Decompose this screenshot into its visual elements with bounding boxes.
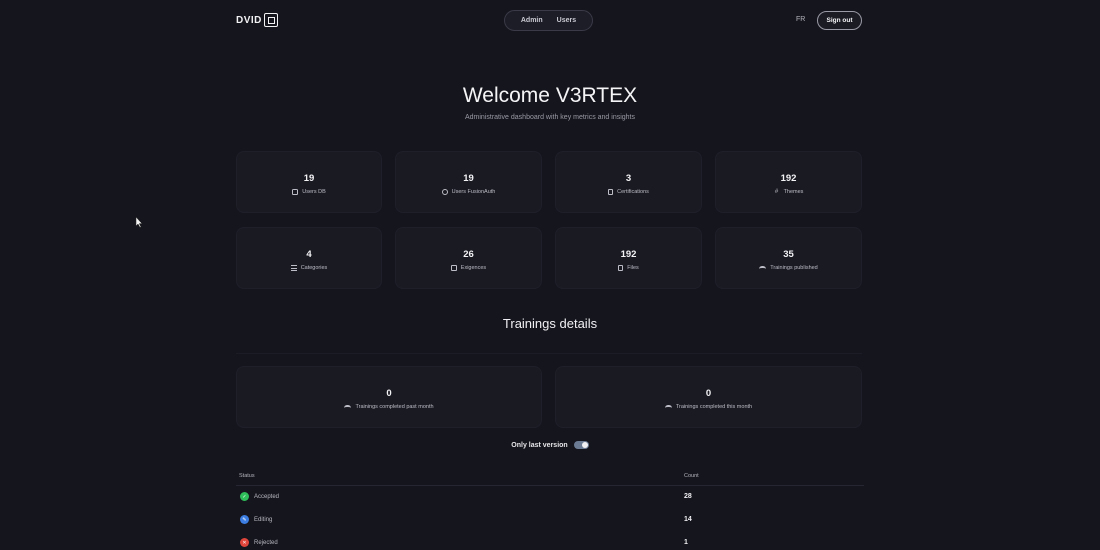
row-status: Rejected xyxy=(254,539,278,546)
stat-value: 192 xyxy=(780,173,797,184)
stat-value: 19 xyxy=(463,173,474,184)
top-bar: DVID Admin Users FR Sign out xyxy=(0,0,1100,42)
edit-icon: ✎ xyxy=(240,515,249,524)
row-status: Editing xyxy=(254,516,273,523)
check-icon: ✓ xyxy=(240,492,249,501)
stat-value: 192 xyxy=(620,249,637,260)
stat-label: Exigences xyxy=(460,265,487,271)
row-status: Accepted xyxy=(254,493,280,500)
stat-card-files: 192 Files xyxy=(555,227,702,289)
graduation-cap-icon xyxy=(664,405,672,409)
graduation-cap-icon xyxy=(344,405,352,409)
list-icon xyxy=(290,265,297,271)
stat-label: Themes xyxy=(783,189,804,195)
stat-value: 3 xyxy=(625,173,632,184)
training-value: 0 xyxy=(705,388,712,399)
stat-label: Certifications xyxy=(617,189,649,195)
row-count: 28 xyxy=(684,493,692,500)
nav-item-users[interactable]: Users xyxy=(557,17,576,24)
stat-card-certifications: 3 Certifications xyxy=(555,151,702,213)
stat-card-exigences: 26 Exigences xyxy=(395,227,542,289)
table-row: ✎ Editing 14 xyxy=(236,509,864,532)
page-title: Welcome V3RTEX xyxy=(462,84,638,107)
table-row: ✓ Accepted 28 xyxy=(236,486,864,509)
logo-text: DVID xyxy=(236,14,262,26)
table-row: ✕ Rejected 1 xyxy=(236,532,864,550)
training-value: 0 xyxy=(386,388,392,399)
stat-value: 4 xyxy=(306,249,312,260)
stat-label: Categories xyxy=(300,265,328,271)
main-nav: Admin Users xyxy=(504,10,593,31)
logo[interactable]: DVID xyxy=(236,11,278,29)
stat-value: 35 xyxy=(783,249,794,260)
stat-label: Users FusionAuth xyxy=(451,189,496,195)
x-icon: ✕ xyxy=(240,538,249,547)
stat-label: Files xyxy=(627,265,639,271)
section-title-trainings: Trainings details xyxy=(502,316,598,331)
last-version-filter: Only last version xyxy=(0,441,1100,449)
training-label: Trainings completed past month xyxy=(355,404,434,410)
row-count: 14 xyxy=(684,516,692,523)
row-count: 1 xyxy=(684,539,688,546)
nav-item-admin[interactable]: Admin xyxy=(521,17,543,24)
page-subtitle: Administrative dashboard with key metric… xyxy=(464,114,636,121)
stat-label: Users DB xyxy=(302,189,326,195)
column-header-status: Status xyxy=(239,473,255,479)
edit-icon xyxy=(450,265,457,271)
training-card-this-month: 0 Trainings completed this month xyxy=(555,366,862,428)
last-version-toggle[interactable] xyxy=(573,441,589,449)
section-divider xyxy=(236,353,862,354)
toggle-label: Only last version xyxy=(511,441,568,449)
column-header-count: Count xyxy=(684,473,699,479)
stat-card-trainings-published: 35 Trainings published xyxy=(715,227,862,289)
stat-value: 26 xyxy=(463,249,474,260)
sign-out-button[interactable]: Sign out xyxy=(817,11,862,30)
stat-card-users-fusionauth: 19 Users FusionAuth xyxy=(395,151,542,213)
file-icon xyxy=(618,265,624,271)
hash-icon: # xyxy=(774,189,779,195)
stat-card-users-db: 19 Users DB xyxy=(236,151,382,213)
stat-value: 19 xyxy=(303,173,315,184)
stat-label: Trainings published xyxy=(770,265,818,271)
chip-icon xyxy=(263,13,278,27)
table-header: Status Count xyxy=(236,470,864,486)
certificate-icon xyxy=(608,189,614,195)
training-label: Trainings completed this month xyxy=(675,404,753,410)
database-icon xyxy=(292,189,299,195)
graduation-cap-icon xyxy=(759,266,767,270)
stat-card-categories: 4 Categories xyxy=(236,227,382,289)
globe-icon xyxy=(441,189,448,195)
language-switch[interactable]: FR xyxy=(796,16,805,23)
training-card-past-month: 0 Trainings completed past month xyxy=(236,366,542,428)
stat-card-themes: 192 # Themes xyxy=(715,151,862,213)
